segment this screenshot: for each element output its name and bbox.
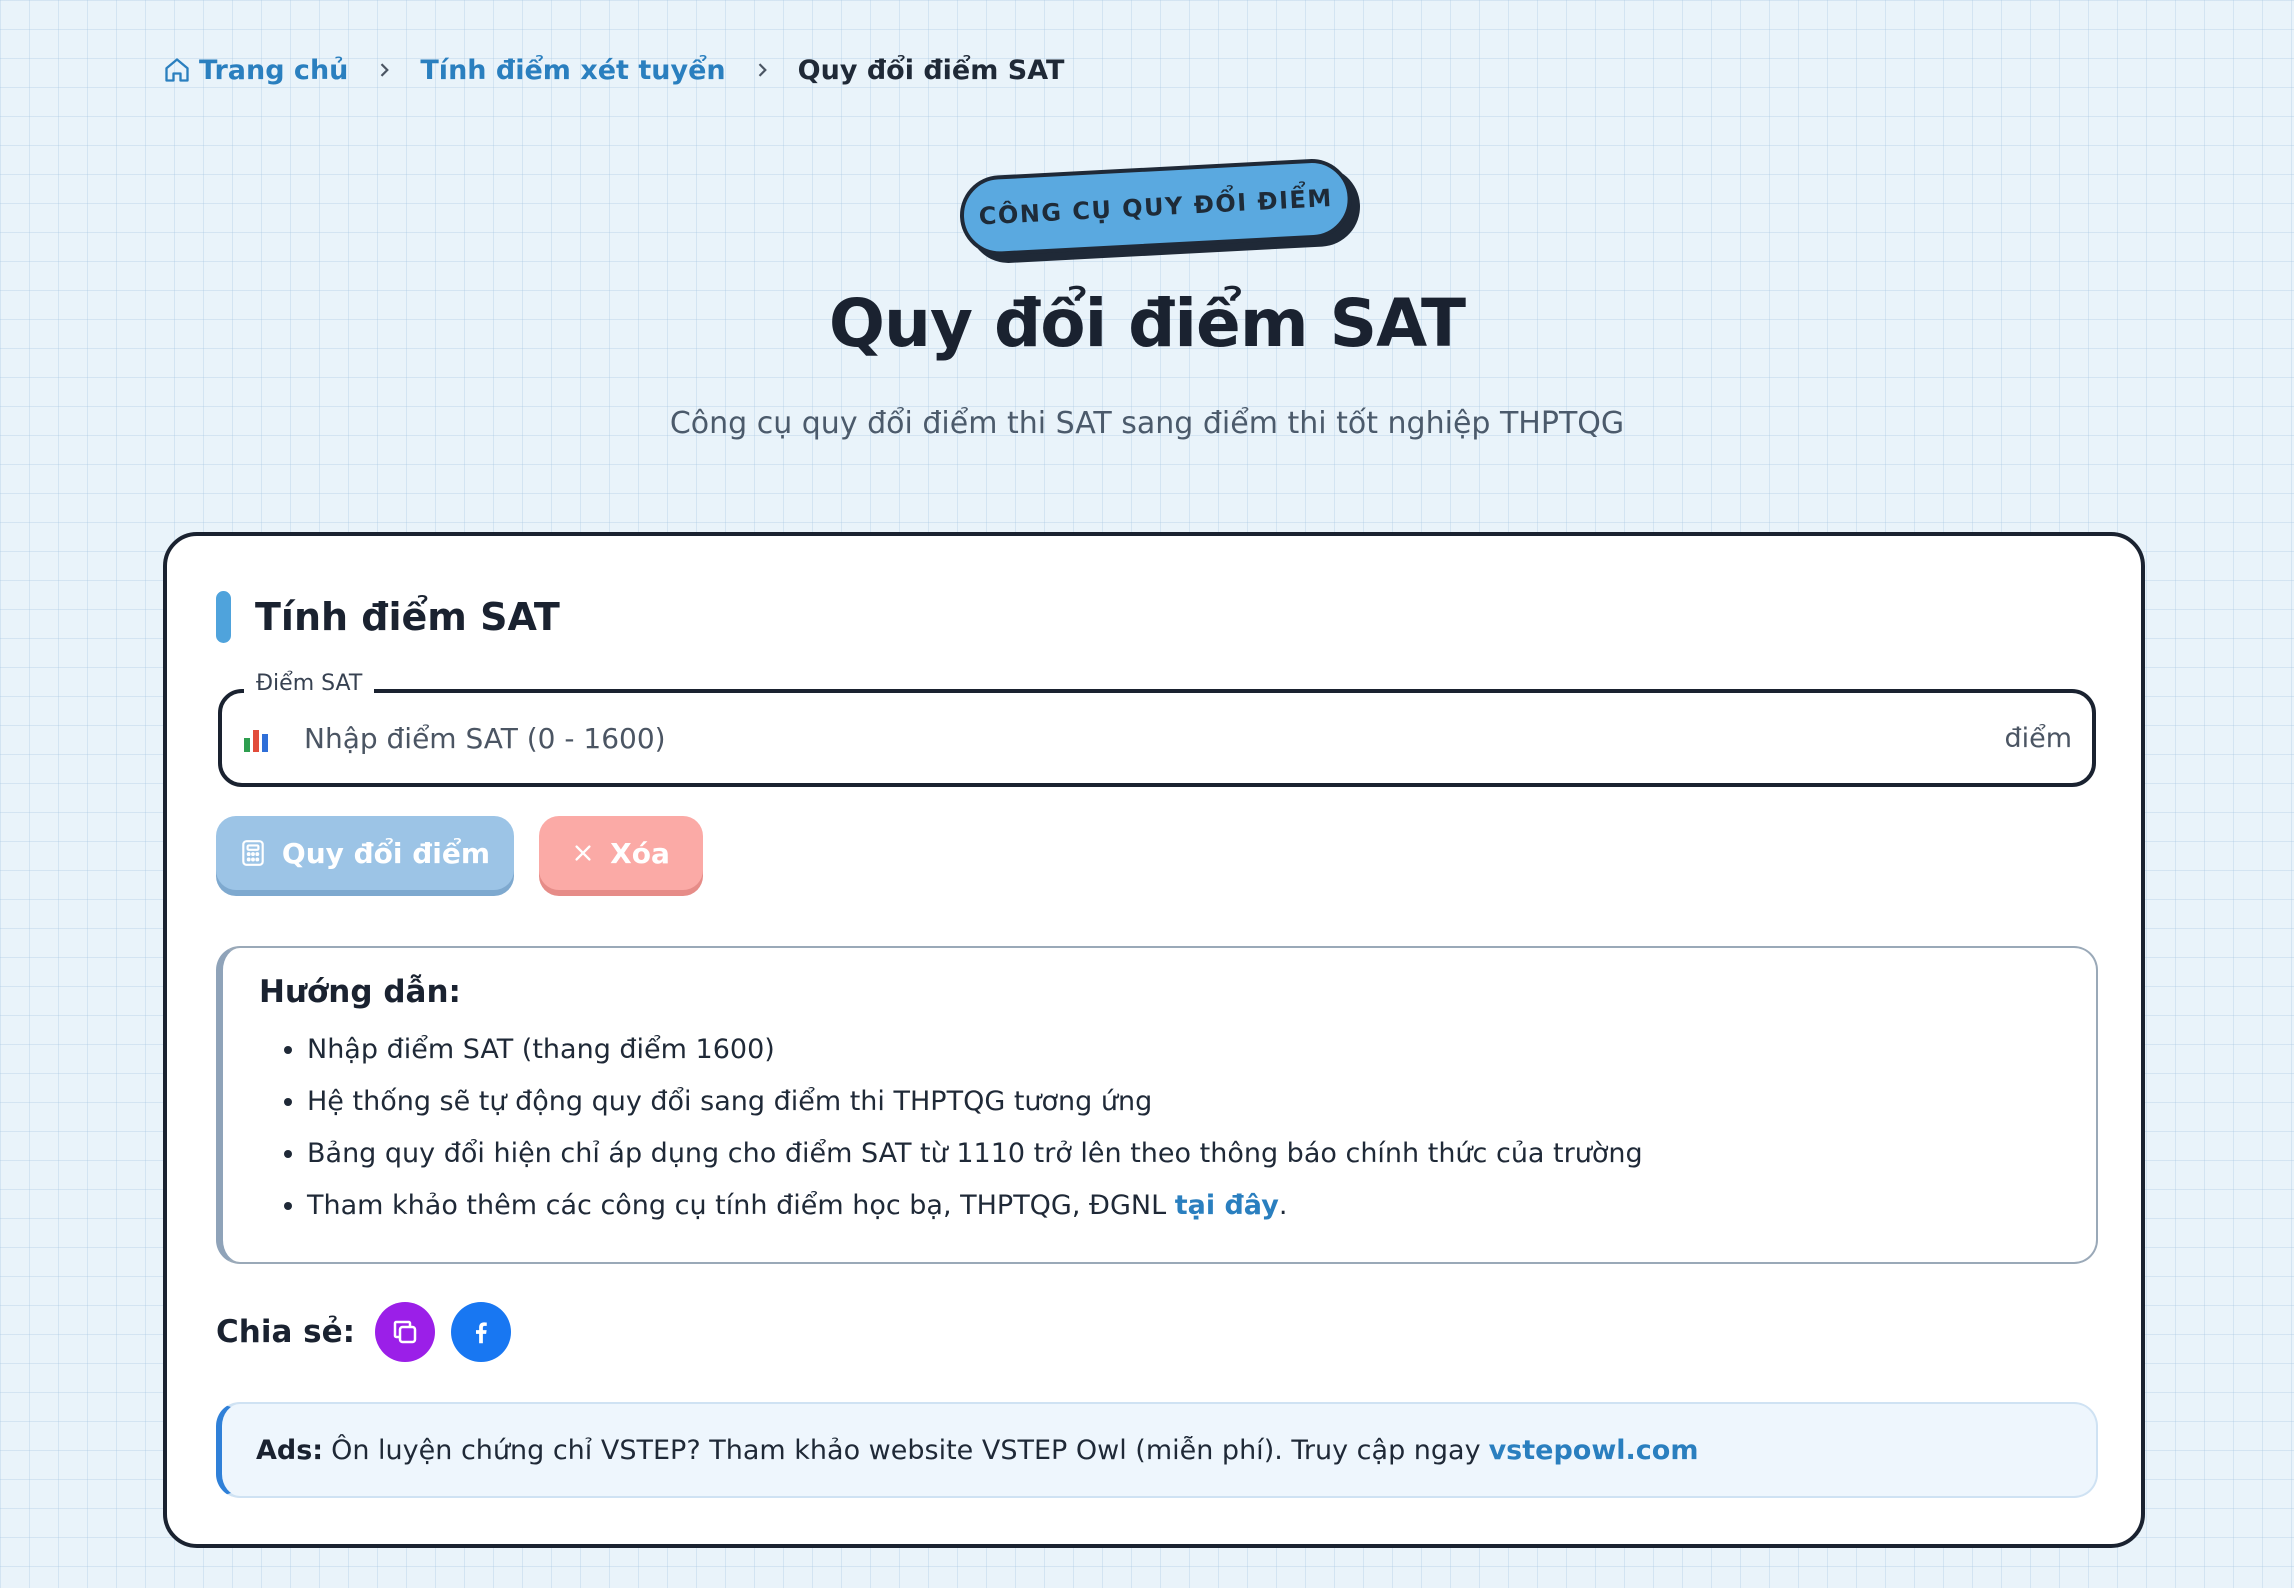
score-unit: điểm [2004, 722, 2072, 754]
clear-button[interactable]: Xóa [539, 816, 703, 890]
copy-link-button[interactable] [375, 1302, 436, 1362]
convert-button[interactable]: Quy đổi điểm [216, 816, 514, 890]
breadcrumb-home-label: Trang chủ [199, 54, 349, 86]
sat-score-label: Điểm SAT [244, 671, 375, 696]
calculator-icon [240, 839, 266, 867]
breadcrumb-current: Quy đổi điểm SAT [797, 54, 1065, 86]
copy-icon [390, 1317, 420, 1347]
sat-score-input[interactable] [302, 720, 2005, 756]
list-item: Tham khảo thêm các công cụ tính điểm học… [307, 1180, 2060, 1232]
breadcrumb-home[interactable]: Trang chủ [163, 55, 348, 86]
close-icon [572, 842, 594, 864]
clear-button-label: Xóa [610, 836, 670, 870]
share-label: Chia sẻ: [216, 1314, 356, 1350]
calculator-card: Tính điểm SAT Điểm SAT điểm Quy đổi điểm [163, 532, 2145, 1548]
ads-link[interactable]: vstepowl.com [1489, 1435, 1699, 1466]
page-subtitle: Công cụ quy đổi điểm thi SAT sang điểm t… [669, 406, 1625, 441]
section-title: Tính điểm SAT [255, 595, 560, 639]
chevron-right-icon [752, 60, 772, 80]
list-item-end: . [1278, 1190, 1288, 1221]
instructions-list: Nhập điểm SAT (thang điểm 1600) Hệ thống… [259, 1024, 2060, 1232]
breadcrumb: Trang chủ Tính điểm xét tuyển Quy đổi đi… [163, 50, 1064, 90]
share-row: Chia sẻ: [216, 1302, 512, 1362]
ads-label: Ads: [256, 1434, 324, 1466]
convert-button-label: Quy đổi điểm [281, 836, 491, 870]
ads-banner: Ads: Ôn luyện chứng chỉ VSTEP? Tham khảo… [216, 1402, 2098, 1498]
instructions-box: Hướng dẫn: Nhập điểm SAT (thang điểm 160… [216, 946, 2098, 1264]
ads-text: Ôn luyện chứng chỉ VSTEP? Tham khảo webs… [331, 1434, 1481, 1466]
bar-chart-icon [244, 724, 272, 752]
breadcrumb-tinh-diem[interactable]: Tính điểm xét tuyển [420, 55, 725, 86]
list-item: Bảng quy đổi hiện chỉ áp dụng cho điểm S… [307, 1128, 2060, 1180]
list-item: Nhập điểm SAT (thang điểm 1600) [307, 1024, 2060, 1076]
section-heading: Tính điểm SAT [216, 591, 560, 643]
more-tools-link[interactable]: tại đây [1175, 1190, 1279, 1221]
section-accent-bar [216, 591, 231, 643]
list-item: Hệ thống sẽ tự động quy đổi sang điểm th… [307, 1076, 2060, 1128]
page-title: Quy đổi điểm SAT [828, 285, 1466, 362]
facebook-share-button[interactable] [451, 1302, 512, 1362]
facebook-icon [466, 1317, 496, 1347]
chevron-right-icon [374, 60, 394, 80]
tool-badge: CÔNG CỤ QUY ĐỔI ĐIỂM [957, 157, 1363, 266]
list-item-text: Tham khảo thêm các công cụ tính điểm học… [307, 1190, 1167, 1221]
home-icon [163, 56, 191, 84]
instructions-title: Hướng dẫn: [259, 974, 461, 1010]
sat-score-field: Điểm SAT điểm [218, 671, 2096, 787]
